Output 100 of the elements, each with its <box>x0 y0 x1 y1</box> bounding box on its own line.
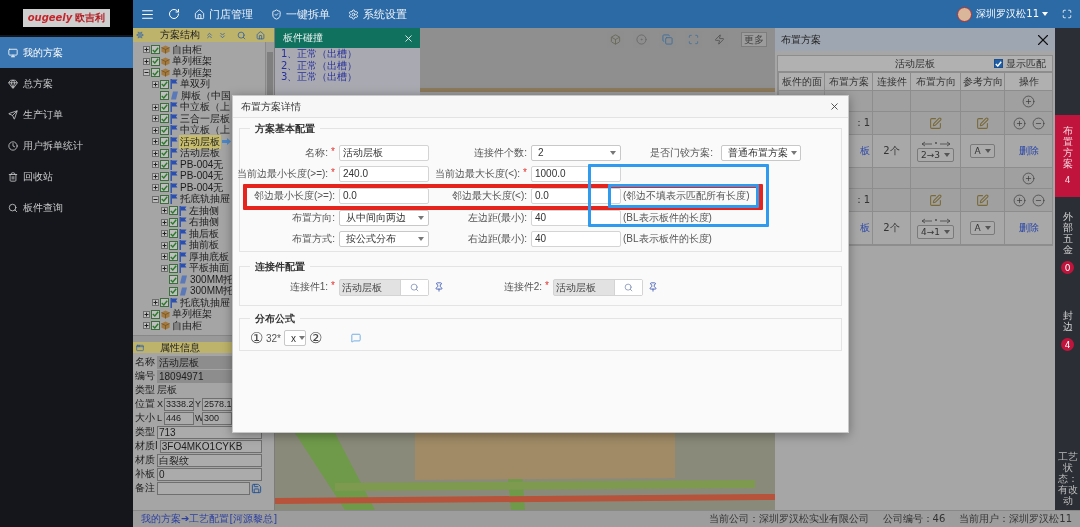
checkbox[interactable] <box>160 171 169 181</box>
home-icon[interactable] <box>256 30 265 40</box>
text-field[interactable] <box>157 481 250 495</box>
expand-toggle[interactable] <box>152 161 159 169</box>
side-tab[interactable]: 封边 4 <box>1055 302 1080 359</box>
expand-toggle[interactable] <box>143 310 150 318</box>
tree-item[interactable]: 活动层板 <box>179 134 221 149</box>
search-button[interactable] <box>400 279 428 295</box>
checkbox[interactable] <box>160 91 169 101</box>
side-tab[interactable]: 布置方案 4 <box>1055 115 1080 197</box>
checkbox[interactable] <box>160 114 169 124</box>
checkbox[interactable] <box>160 102 169 112</box>
checkbox[interactable] <box>169 252 178 262</box>
number-field[interactable]: 446 <box>164 411 194 425</box>
checkbox[interactable] <box>169 217 178 227</box>
checkbox[interactable] <box>160 137 169 147</box>
avatar[interactable] <box>957 6 973 22</box>
add-icon[interactable] <box>1012 116 1026 130</box>
refresh-icon[interactable] <box>168 8 180 20</box>
expand-toggle[interactable] <box>152 115 159 123</box>
checkbox[interactable] <box>160 125 169 135</box>
number-field[interactable]: 2578.1 <box>202 397 232 411</box>
checkbox[interactable] <box>994 59 1003 68</box>
checkbox[interactable] <box>169 240 178 250</box>
checkbox[interactable] <box>151 309 160 319</box>
text-field[interactable]: 白裂纹 <box>157 453 262 467</box>
add-icon[interactable] <box>1022 171 1035 185</box>
delete-link[interactable]: 删除 <box>1018 145 1039 156</box>
remove-icon[interactable] <box>1031 193 1045 207</box>
nav-link[interactable]: 系统设置 <box>348 6 407 22</box>
expand-toggle[interactable] <box>152 184 159 192</box>
checkbox[interactable] <box>160 194 169 204</box>
add-icon[interactable] <box>1012 193 1026 207</box>
checkbox[interactable] <box>160 148 169 158</box>
checkbox[interactable] <box>151 321 160 331</box>
user-menu[interactable]: 深圳罗汉松11 <box>976 7 1048 21</box>
menu-item[interactable]: 用户拆单统计 <box>0 130 133 161</box>
expand-toggle[interactable] <box>152 299 159 307</box>
remove-icon[interactable] <box>1031 116 1045 130</box>
expand-toggle[interactable] <box>161 264 168 272</box>
search-icon[interactable] <box>237 30 246 40</box>
expand-toggle[interactable] <box>152 149 159 157</box>
direction-select[interactable]: 2→3 <box>917 147 954 162</box>
expand-toggle[interactable] <box>161 253 168 261</box>
menu-item[interactable]: 生产订单 <box>0 99 133 130</box>
dropdown[interactable]: 普通布置方案 <box>721 144 801 161</box>
checkbox[interactable] <box>151 68 160 78</box>
checkbox[interactable] <box>160 160 169 170</box>
edit-icon[interactable] <box>929 116 942 130</box>
number-field[interactable]: 3338.2 <box>164 397 194 411</box>
checkbox[interactable] <box>169 229 178 239</box>
collapse-toggle[interactable] <box>152 195 159 203</box>
add-icon[interactable] <box>1022 94 1035 108</box>
expand-toggle[interactable] <box>143 46 150 54</box>
checkbox[interactable] <box>169 206 178 216</box>
text-field[interactable]: 1000.0 <box>531 165 621 182</box>
text-field[interactable]: 3FO4MKO1CYKB <box>159 439 262 453</box>
nav-link[interactable]: 一键拆单 <box>271 6 330 22</box>
tree-item[interactable]: 自由柜 <box>171 42 203 57</box>
menu-item[interactable]: 回收站 <box>0 161 133 192</box>
checkbox[interactable] <box>169 263 178 273</box>
expand-toggle[interactable] <box>161 218 168 226</box>
text-field[interactable]: 240.0 <box>339 165 429 182</box>
number-field[interactable]: 300 <box>202 411 232 425</box>
checkbox[interactable] <box>151 45 160 55</box>
menu-item[interactable]: 我的方案 <box>0 37 133 68</box>
checkbox[interactable] <box>160 79 169 89</box>
text-field[interactable]: 活动层板 <box>339 144 429 161</box>
expand-toggle[interactable] <box>143 322 150 330</box>
checkbox[interactable] <box>169 286 178 296</box>
connector-field[interactable]: 活动层板 <box>553 278 643 296</box>
menu-item[interactable]: 总方案 <box>0 68 133 99</box>
direction-select[interactable]: 4→1 <box>917 224 954 239</box>
checkbox[interactable] <box>169 275 178 285</box>
expand-toggle[interactable] <box>152 80 159 88</box>
menu-icon[interactable] <box>141 7 154 21</box>
edit-icon[interactable] <box>929 193 942 207</box>
checkbox[interactable] <box>160 298 169 308</box>
collision-item[interactable]: 3、正常（出槽） <box>275 71 420 83</box>
save-icon[interactable] <box>251 482 262 494</box>
expand-toggle[interactable] <box>152 172 159 180</box>
pin-icon[interactable] <box>648 282 658 292</box>
reference-select[interactable]: A <box>970 221 995 235</box>
text-field[interactable]: 0 <box>157 467 262 481</box>
expand-toggle[interactable] <box>161 241 168 249</box>
nav-link[interactable]: 门店管理 <box>194 6 253 22</box>
connector-field[interactable]: 活动层板 <box>339 278 429 296</box>
expand-toggle[interactable] <box>152 126 159 134</box>
checkbox[interactable] <box>160 183 169 193</box>
dropdown[interactable]: 按公式分布 <box>339 230 429 247</box>
close-icon[interactable] <box>403 32 414 44</box>
operator-select[interactable]: x <box>284 330 306 346</box>
delete-link[interactable]: 删除 <box>1018 222 1039 233</box>
search-button[interactable] <box>614 279 642 295</box>
fullscreen-icon[interactable] <box>1062 9 1072 19</box>
reference-select[interactable]: A <box>970 144 995 158</box>
more-button[interactable]: 更多 <box>741 32 767 47</box>
checkbox[interactable] <box>151 56 160 66</box>
close-button[interactable] <box>829 101 840 112</box>
expand-toggle[interactable] <box>152 103 159 111</box>
